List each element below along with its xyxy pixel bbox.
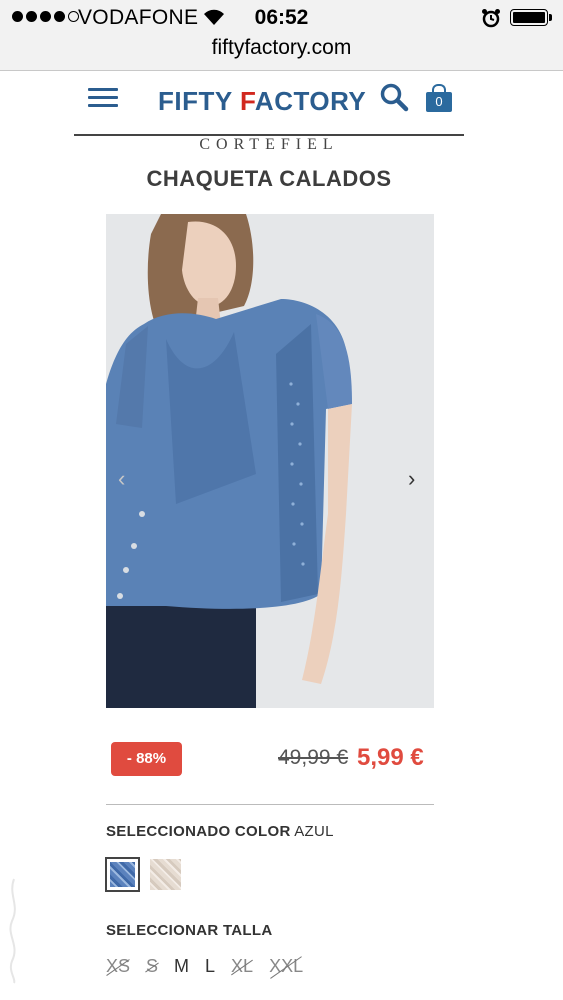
size-option-s[interactable]: S — [146, 956, 158, 977]
divider — [106, 804, 434, 805]
shopping-bag-icon[interactable]: 0 — [426, 84, 452, 112]
clock: 06:52 — [254, 6, 309, 29]
battery-icon — [510, 9, 552, 26]
logo-fifty: FIFTY — [158, 86, 240, 116]
size-heading: SELECCIONAR TALLA — [106, 922, 273, 939]
previous-image-arrow-icon[interactable]: ‹ — [118, 466, 125, 492]
site-logo[interactable]: FIFTY FACTORY — [158, 86, 366, 117]
battery-nub — [549, 14, 552, 21]
alarm-icon — [482, 9, 500, 28]
search-icon[interactable] — [379, 82, 409, 112]
site-header: FIFTY FACTORY 0 — [74, 74, 464, 136]
sale-price: 5,99 € — [357, 744, 424, 771]
battery-fill — [513, 12, 545, 23]
size-option-m[interactable]: M — [174, 956, 189, 977]
menu-icon[interactable] — [88, 88, 118, 110]
logo-f: F — [239, 86, 255, 116]
watermark-graphic — [9, 878, 16, 984]
next-image-arrow-icon[interactable]: › — [408, 466, 415, 492]
logo-actory: ACTORY — [254, 86, 367, 116]
discount-badge: - 88% — [111, 742, 182, 776]
selected-color-value: AZUL — [294, 823, 334, 840]
size-option-xs[interactable]: XS — [106, 956, 130, 977]
color-swatch-beige[interactable] — [148, 857, 183, 892]
product-image[interactable] — [106, 214, 434, 708]
original-price: 49,99 € — [278, 746, 349, 769]
url-text[interactable]: fiftyfactory.com — [0, 36, 563, 60]
status-bar: VODAFONE 06:52 — [0, 0, 563, 36]
size-option-l[interactable]: L — [205, 956, 215, 977]
size-options: XS S M L XL XXL — [106, 956, 303, 977]
product-photo-illustration — [106, 214, 434, 708]
address-bar[interactable]: fiftyfactory.com — [0, 36, 563, 71]
color-swatch-blue[interactable] — [105, 857, 140, 892]
cart-count: 0 — [435, 94, 443, 109]
color-heading-label: SELECCIONADO COLOR — [106, 823, 291, 840]
size-option-xl[interactable]: XL — [231, 956, 253, 977]
color-heading: SELECCIONADO COLOR AZUL — [106, 823, 334, 840]
product-title: CHAQUETA CALADOS — [146, 166, 392, 191]
size-option-xxl[interactable]: XXL — [269, 956, 303, 977]
product-brand: CORTEFIEL — [199, 136, 339, 153]
